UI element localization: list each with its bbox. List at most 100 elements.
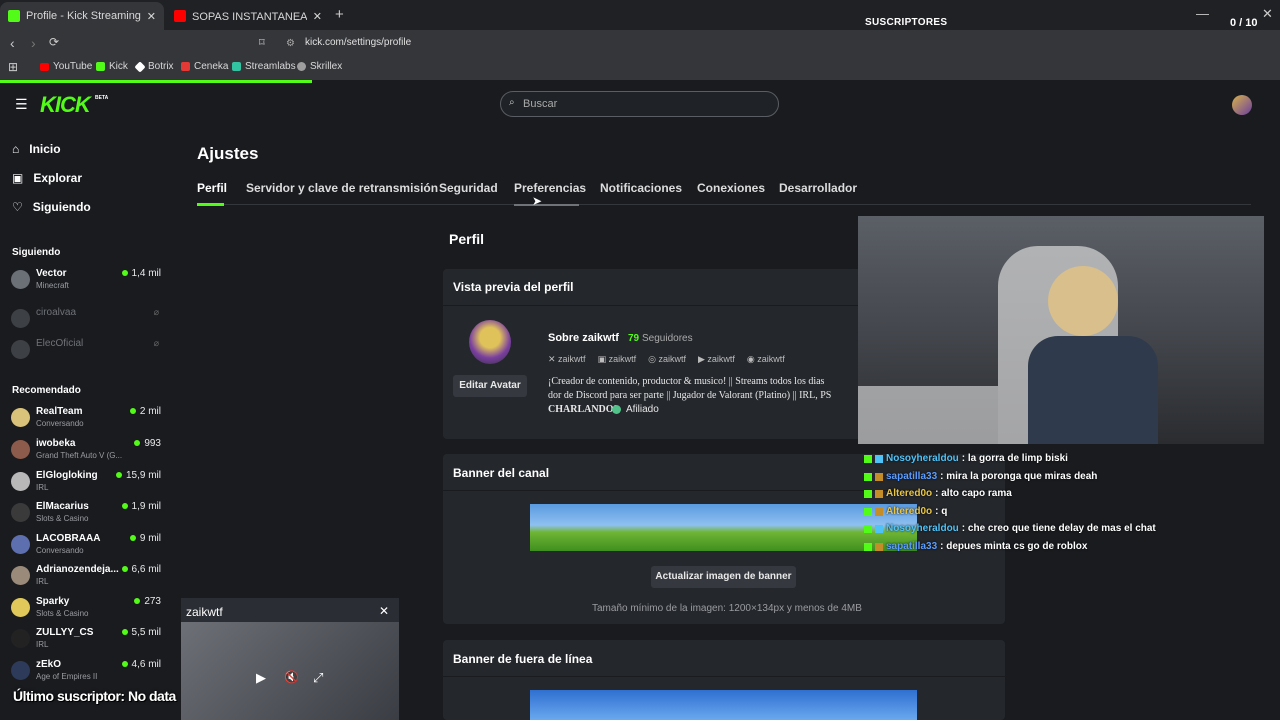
channel-avatar [11,503,30,522]
channel-avatar [11,440,30,459]
social-discord[interactable]: ◉ zaikwtf [747,354,785,365]
kick-badge-icon [864,454,872,463]
sidebar-item-explorar[interactable]: ▣ Explorar [12,171,82,185]
user-badge-icon [875,489,883,498]
followers-label: Seguidores [642,333,693,344]
channel-avatar [11,535,30,554]
minimize-icon[interactable]: — [1196,6,1209,21]
active-tab-indicator [197,203,224,206]
tab-perfil[interactable]: Perfil [197,181,227,195]
tab-seguridad[interactable]: Seguridad [439,181,498,195]
channel-item[interactable]: Adrianozendeja... IRL 6,6 mil [11,564,161,594]
user-avatar[interactable] [1232,95,1252,115]
bookmark-streamlabs[interactable]: Streamlabs [232,61,296,72]
followers-count: 79 [628,333,640,344]
play-icon[interactable]: ▶ [256,670,266,686]
mute-icon[interactable]: 🔇 [284,670,299,684]
apps-grid-icon[interactable]: ⊞ [8,60,18,74]
update-banner-button[interactable]: Actualizar imagen de banner [651,566,796,588]
hover-tab-indicator [514,204,579,206]
channel-item[interactable]: ElecOficial ⌀ [11,338,161,368]
banner-image [530,504,917,551]
viewer-count: 1,9 mil [122,501,161,512]
channel-item[interactable]: Vector Minecraft 1,4 mil [11,268,161,298]
social-facebook[interactable]: ▣ zaikwtf [598,354,637,365]
new-tab-icon[interactable]: + [335,6,344,23]
x-icon: ✕ [548,354,559,364]
channel-item[interactable]: Sparky Slots & Casino 273 [11,596,161,626]
browser-tab-sopas[interactable]: SOPAS INSTANTANEAS PREMIUM 🩸 ✕ [166,2,330,30]
reload-icon[interactable]: ⟳ [49,35,59,49]
user-badge-icon [875,472,883,481]
sidebar-item-inicio[interactable]: ⌂ Inicio [12,142,61,156]
bookmark-kick[interactable]: Kick [96,61,128,72]
social-youtube[interactable]: ▶ zaikwtf [698,354,735,365]
browser-toolbar [0,30,1280,57]
tab-label: Profile - Kick Streaming [26,10,141,22]
viewer-count: 2 mil [130,406,161,417]
tab-preferencias[interactable]: Preferencias [514,181,586,195]
chat-message: sapatilla33: depues minta cs go de roblo… [864,541,1087,552]
kick-favicon-icon [8,10,20,22]
channel-item[interactable]: iwobeka Grand Theft Auto V (G... 993 [11,438,161,468]
close-window-icon[interactable]: ✕ [1262,6,1273,22]
channel-avatar [11,661,30,680]
heart-icon: ♡ [12,200,23,214]
user-badge-icon [875,524,883,533]
search-icon: ⌕ [509,97,515,108]
channel-item[interactable]: LACOBRAAA Conversando 9 mil [11,533,161,563]
botrix-icon [134,60,146,73]
bookmark-youtube[interactable]: YouTube [40,61,92,72]
channel-item[interactable]: ciroalvaa ⌀ [11,307,161,337]
mini-player-title: zaikwtf [186,605,223,619]
close-tab-icon[interactable]: ✕ [313,10,322,23]
tab-conexiones[interactable]: Conexiones [697,181,765,195]
close-tab-icon[interactable]: ✕ [147,10,156,23]
social-x[interactable]: ✕ zaikwtf [548,354,586,365]
kick-icon [96,62,105,71]
banner-hint: Tamaño mínimo de la imagen: 1200×134px y… [592,603,862,614]
tab-notificaciones[interactable]: Notificaciones [600,181,682,195]
viewer-count: 1,4 mil [122,268,161,279]
bookmark-skrillex[interactable]: Skrillex [297,61,342,72]
channel-avatar [11,408,30,427]
channel-item[interactable]: zEkO Age of Empires II 4,6 mil [11,659,161,689]
channel-item[interactable]: ZULLYY_CS IRL 5,5 mil [11,627,161,657]
fullscreen-icon[interactable]: ⤢ [313,670,323,686]
viewer-count: 6,6 mil [122,564,161,575]
kick-badge-icon [864,542,872,551]
sidebar-item-siguiendo[interactable]: ♡ Siguiendo [12,200,91,214]
chat-message: Nosoyheraldou: la gorra de limp biski [864,453,1068,464]
bio-line: CHARLANDO! [548,404,617,415]
edit-avatar-button[interactable]: Editar Avatar [453,375,527,397]
affiliate-badge: Afiliado [626,404,659,415]
close-mini-player-icon[interactable]: ✕ [379,604,389,618]
social-instagram[interactable]: ◎ zaikwtf [648,354,686,365]
bookmark-icon[interactable]: ⌑ [259,36,265,49]
channel-item[interactable]: ElMacarius Slots & Casino 1,9 mil [11,501,161,531]
forward-icon[interactable]: › [31,35,36,51]
channel-item[interactable]: ElGlogloking IRL 15,9 mil [11,470,161,500]
browser-tab-kick[interactable]: Profile - Kick Streaming ✕ [0,2,164,30]
bookmark-botrix[interactable]: Botrix [134,60,174,73]
logo-beta-badge: BETA [95,95,109,101]
tab-servidor[interactable]: Servidor y clave de retransmisión [246,181,438,195]
ceneka-icon [181,62,190,71]
channel-item[interactable]: RealTeam Conversando 2 mil [11,406,161,436]
tab-desarrollador[interactable]: Desarrollador [779,181,857,195]
search-input[interactable]: Buscar [500,91,779,117]
site-info-icon[interactable]: ⚙ [286,38,295,49]
back-icon[interactable]: ‹ [10,35,15,51]
card-divider [443,676,1005,677]
menu-icon[interactable]: ☰ [15,96,28,113]
viewer-count: 15,9 mil [116,470,161,481]
address-bar[interactable]: kick.com/settings/profile [305,37,411,48]
recommended-section-title: Recomendado [12,385,81,396]
user-badge-icon [875,507,883,516]
channel-avatar [11,472,30,491]
tab-label: SOPAS INSTANTANEAS PREMIUM 🩸 [192,10,307,23]
viewer-count: 9 mil [130,533,161,544]
affiliate-icon [612,405,621,414]
bookmark-ceneka[interactable]: Ceneka [181,61,228,72]
kick-logo[interactable]: KICK [40,92,91,118]
